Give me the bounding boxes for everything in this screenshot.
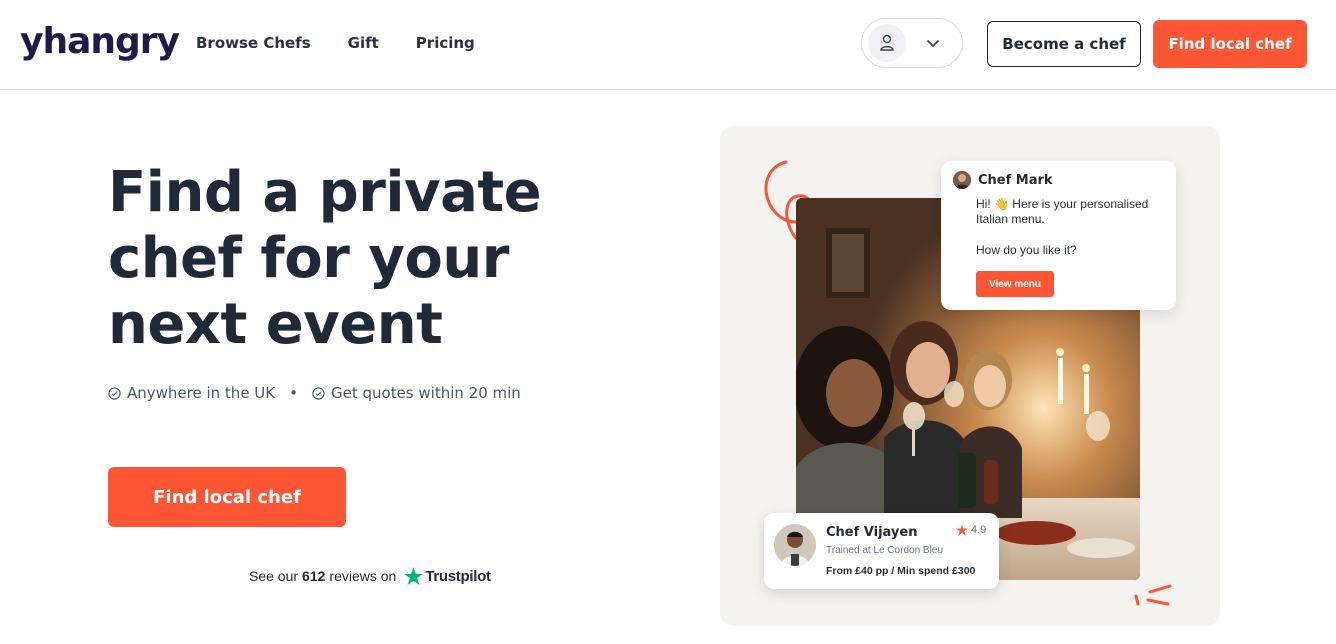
nav-browse-chefs[interactable]: Browse Chefs [196,33,311,53]
chef-message-header: Chef Mark [953,171,1164,189]
chevron-down-icon [926,39,940,48]
chef-message-body: Hi! 👋 Here is your personalised Italian … [976,197,1166,258]
chef-training: Trained at Le Cordon Bleu [826,545,943,556]
chef-vijayen-avatar [774,524,816,566]
nav-pricing[interactable]: Pricing [416,33,475,53]
become-chef-button[interactable]: Become a chef [987,21,1141,67]
trustpilot-star-icon [404,567,424,585]
feature-list: Anywhere in the UK • Get quotes within 2… [108,384,521,402]
feature-separator: • [289,384,298,402]
feature-quotes: Get quotes within 20 min [312,384,521,402]
chef-vijayen-name: Chef Vijayen [826,525,918,540]
chef-mark-name: Chef Mark [978,172,1053,188]
trustpilot-wordmark: Trustpilot [425,567,491,585]
view-menu-button[interactable]: View menu [976,271,1054,297]
trustpilot-reviews-link[interactable]: See our 612 reviews on Trustpilot [249,567,491,585]
site-header: yhangry Browse Chefs Gift Pricing Become… [0,0,1336,90]
chef-message-card: Chef Mark Hi! 👋 Here is your personalise… [941,161,1176,310]
reviews-suffix: reviews on [329,568,397,584]
yhangry-logo[interactable]: yhangry [20,22,180,62]
feature-anywhere: Anywhere in the UK [108,384,275,402]
find-local-chef-header-button[interactable]: Find local chef [1153,20,1307,68]
trustpilot-logo: Trustpilot [404,567,491,585]
chef-message-line-1: Hi! 👋 Here is your personalised Italian … [976,197,1149,226]
user-menu-button[interactable] [861,18,963,68]
check-circle-icon [108,386,121,400]
nav-gift[interactable]: Gift [348,33,379,53]
feature-quotes-label: Get quotes within 20 min [330,384,521,402]
chef-price: From £40 pp / Min spend £300 [826,565,976,577]
main-nav: Browse Chefs Gift Pricing [196,33,512,53]
feature-anywhere-label: Anywhere in the UK [127,384,276,402]
chef-profile-card[interactable]: Chef Vijayen 4.9 Trained at Le Cordon Bl… [764,513,999,589]
chef-rating-value: 4.9 [971,524,987,536]
user-icon [868,24,906,62]
find-local-chef-hero-button[interactable]: Find local chef [108,467,346,527]
chef-message-line-2: How do you like it? [976,243,1077,257]
reviews-prefix: See our [249,568,299,584]
reviews-count: 612 [302,568,326,584]
star-icon [956,524,968,536]
chef-rating: 4.9 [956,524,986,536]
chef-mark-avatar [953,171,971,189]
decorative-dashes [1134,584,1172,606]
check-circle-icon [312,386,325,400]
hero-title: Find a private chef for your next event [108,160,542,357]
